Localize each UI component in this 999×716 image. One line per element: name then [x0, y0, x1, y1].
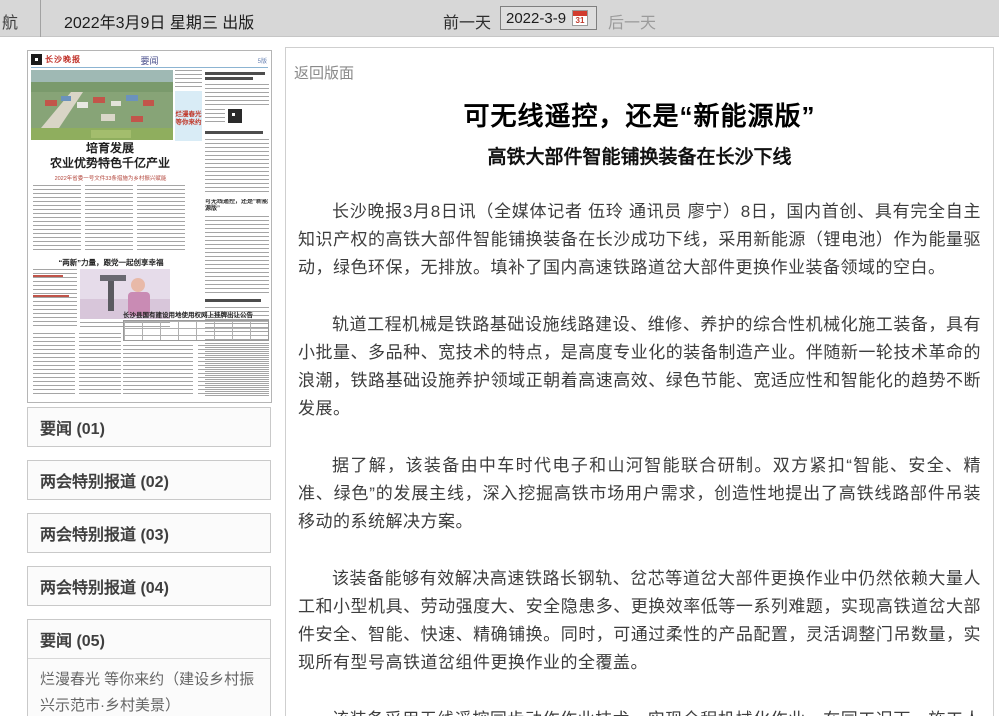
thumb-text-column: [137, 185, 185, 253]
thumb-headline-1b: 农业优势特色千亿产业: [36, 157, 184, 170]
date-navigation-bar: 航 2022年3月9日 星期三 出版 前一天 31 后一天: [0, 0, 999, 37]
publication-date-label: 2022年3月9日 星期三 出版: [64, 9, 254, 33]
thumb-text-column: [205, 109, 225, 125]
sidebar-section-lianghui-04[interactable]: 两会特别报道 (04): [27, 566, 271, 606]
thumb-section-header: 要闻: [28, 54, 271, 67]
aerial-village-photo: [31, 70, 173, 140]
article-title: 可无线遥控，还是“新能源版”: [286, 96, 993, 133]
newspaper-page-thumbnail[interactable]: 长沙晚报 要闻 5版: [27, 50, 272, 403]
thumb-text-column: [85, 185, 133, 253]
thumb-text-column: [198, 345, 269, 397]
thumb-right-headline: 可无线遥控，还是“新能源版”: [205, 199, 269, 213]
thumb-text-block: [175, 70, 202, 89]
article-paragraph: 该装备能够有效解决高速铁路长钢轨、岔芯等道岔大部件更换作业中仍然依赖大量人工和小…: [298, 565, 981, 677]
sidebar-article-link[interactable]: 烂漫春光 等你来约（建设乡村振兴示范市·乡村美景）: [28, 659, 270, 716]
sidebar: 长沙晚报 要闻 5版: [27, 50, 272, 716]
sidebar-section-yaowen-05-header[interactable]: 要闻 (05): [28, 620, 270, 659]
thumb-text-column: [33, 333, 75, 397]
thumb-text-column: [33, 185, 81, 253]
thumb-text-column: [205, 216, 269, 294]
thumb-promo-box: 烂漫春光 等你来约: [175, 91, 202, 141]
topbar-divider: [40, 0, 41, 37]
thumb-qr-code: [228, 109, 242, 123]
thumb-text-column: [205, 139, 269, 195]
back-to-page-link[interactable]: 返回版面: [294, 62, 354, 83]
thumb-mini-headline: [205, 299, 261, 302]
thumb-header-rule: [31, 67, 268, 68]
sidebar-section-lianghui-02[interactable]: 两会特别报道 (02): [27, 460, 271, 500]
thumb-mini-headline: [205, 72, 265, 75]
thumb-text-column: [33, 269, 77, 327]
sidebar-section-yaowen-01[interactable]: 要闻 (01): [27, 407, 271, 447]
thumb-notice-table: [123, 320, 269, 341]
article-panel: 返回版面 可无线遥控，还是“新能源版” 高铁大部件智能铺换装备在长沙下线 长沙晚…: [285, 47, 994, 716]
thumb-mini-headline: [205, 77, 253, 80]
article-paragraph: 长沙晚报3月8日讯（全媒体记者 伍玲 通讯员 廖宁）8日，国内首创、具有完全自主…: [298, 198, 981, 282]
thumb-red-text-mark: [33, 275, 63, 277]
thumb-mini-headline: [205, 131, 263, 134]
thumb-text-column: [79, 333, 121, 397]
thumb-page-number: 5版: [258, 56, 267, 65]
next-day-link[interactable]: 后一天: [608, 9, 656, 33]
thumb-headline-1a: 培育发展: [36, 142, 184, 155]
thumb-text-column: [123, 345, 193, 397]
thumb-notice-headline: 长沙县国有建设用地使用权网上挂牌出让公告: [123, 309, 269, 319]
thumb-text-column: [205, 84, 269, 106]
thumb-headline-2: “两新”力量，跟党一起创享幸福: [36, 257, 186, 268]
article-paragraph: 据了解，该装备由中车时代电子和山河智能联合研制。双方紧扣“智能、安全、精准、绿色…: [298, 452, 981, 536]
prev-day-link[interactable]: 前一天: [443, 9, 491, 33]
article-paragraph: 轨道工程机械是铁路基础设施线路建设、维修、养护的综合性机械化施工装备，具有小批量…: [298, 311, 981, 423]
article-body: 长沙晚报3月8日讯（全媒体记者 伍玲 通讯员 廖宁）8日，国内首创、具有完全自主…: [286, 198, 993, 716]
thumb-red-text-mark: [33, 295, 69, 297]
sidebar-section-yaowen-05: 要闻 (05) 烂漫春光 等你来约（建设乡村振兴示范市·乡村美景） 培育发展农业…: [27, 619, 271, 716]
calendar-icon[interactable]: 31: [572, 10, 588, 26]
sidebar-section-lianghui-03[interactable]: 两会特别报道 (03): [27, 513, 271, 553]
article-subtitle: 高铁大部件智能铺换装备在长沙下线: [286, 142, 993, 169]
thumb-red-subhead: 2022年省委一号文件33条措施为乡村振兴赋能: [33, 174, 188, 182]
nav-label-clipped[interactable]: 航: [2, 9, 18, 33]
article-paragraph: 该装备采用无线遥控同步动作作业技术，实现全程机械化作业，在同工况下，施工人员较行…: [298, 706, 981, 716]
epaper-reader: 航 2022年3月9日 星期三 出版 前一天 31 后一天 长沙晚报 要闻 5版: [0, 0, 999, 716]
